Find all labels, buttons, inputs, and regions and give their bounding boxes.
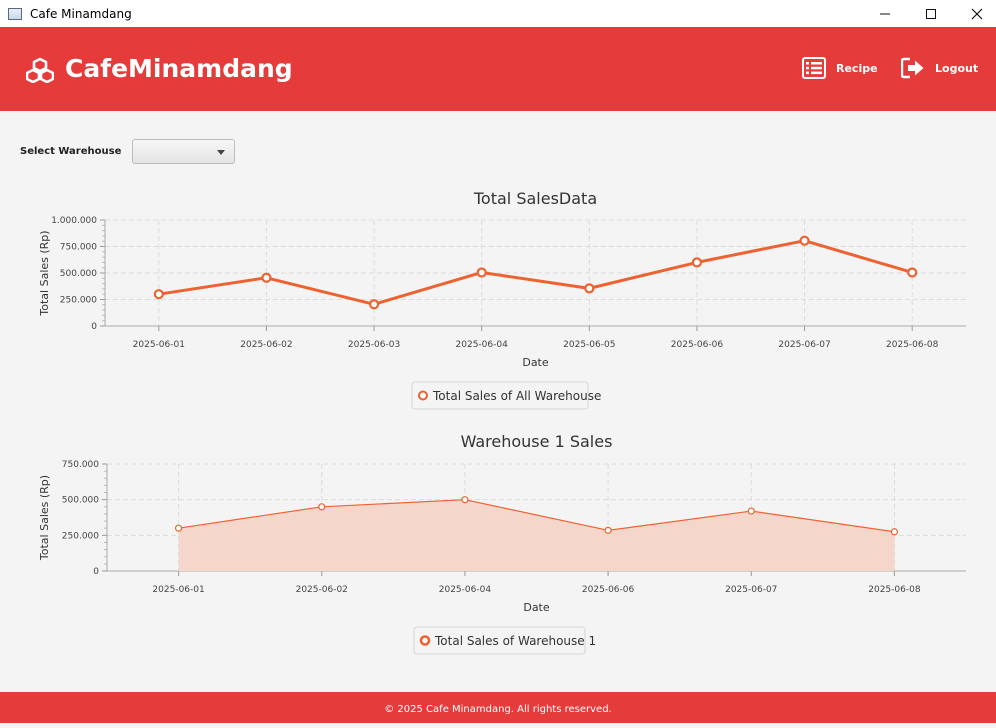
y-tick-label: 250.000 [62,531,99,541]
minimize-icon [880,13,890,14]
data-point [584,283,595,294]
legend-marker [419,635,431,646]
maximize-icon [926,8,936,19]
chart-title: Total SalesData [473,189,597,208]
brand-name: CafeMinamdang [65,54,293,83]
x-tick-label: 2025-06-01 [152,585,204,595]
x-tick-label: 2025-06-01 [133,340,185,350]
data-point [747,507,755,515]
y-axis-label: Total Sales (Rp) [38,230,51,316]
list-icon [802,57,826,79]
minimize-button[interactable] [862,0,908,27]
y-tick-label: 500.000 [60,269,97,279]
app-header: CafeMinamdang Recipe Logout [0,27,996,111]
total-sales-chart: Total SalesData 0 250.000 500.000 750.000 1.0… [38,189,966,410]
series-line [158,239,913,306]
x-tick-label: 2025-06-02 [296,585,348,595]
close-icon [971,8,983,19]
logout-icon [901,57,924,79]
warehouse-label: Select Warehouse [20,146,122,157]
data-point [261,272,272,283]
x-axis-label: Date [522,356,549,369]
data-point [799,235,810,246]
chart-legend: Total Sales of Warehouse 1 [413,626,596,655]
maximize-button[interactable] [908,0,954,27]
legend-marker [418,390,428,401]
data-point [907,267,918,278]
area-fill [178,499,895,571]
data-point [461,496,469,504]
warehouse-select[interactable] [132,139,235,164]
logout-button[interactable]: Logout [901,57,978,79]
x-tick-label: 2025-06-05 [563,340,615,350]
data-point [153,289,164,300]
x-tick-label: 2025-06-08 [868,585,921,595]
window-title: Cafe Minamdang [30,6,132,21]
cubes-icon [26,57,54,83]
y-tick-label: 750.000 [60,243,97,253]
data-point [368,299,380,310]
x-tick-label: 2025-06-06 [671,340,724,350]
x-tick-label: 2025-06-02 [240,340,292,350]
data-point [890,528,899,536]
recipe-button[interactable]: Recipe [802,57,878,79]
warehouse-sales-chart: Warehouse 1 Sales 0 250.000 500.000 750.000 2… [38,432,966,655]
legend-label: Total Sales of All Warehouse [432,389,601,403]
y-tick-label: 750.000 [62,460,99,470]
logout-label: Logout [935,61,979,75]
data-point [691,257,703,268]
app-icon [8,7,22,20]
x-tick-label: 2025-06-07 [725,585,777,595]
data-point [174,524,183,532]
data-point [604,526,612,534]
window-titlebar: Cafe Minamdang [0,0,996,27]
chart-legend: Total Sales of All Warehouse [411,381,601,410]
x-tick-label: 2025-06-04 [456,340,509,350]
x-axis-label: Date [523,601,550,614]
y-tick-label: 250.000 [60,296,97,306]
x-tick-label: 2025-06-06 [582,585,635,595]
y-tick-label: 0 [93,567,99,577]
x-tick-label: 2025-06-03 [348,340,400,350]
close-button[interactable] [954,0,996,27]
data-point [318,503,326,511]
y-tick-label: 1.000.000 [51,216,97,226]
footer-copyright: © 2025 Cafe Minamdang. All rights reserv… [0,692,996,723]
y-tick-label: 0 [91,322,97,332]
data-point [476,267,487,278]
y-tick-label: 500.000 [62,496,99,506]
chart-title: Warehouse 1 Sales [461,432,613,451]
recipe-label: Recipe [836,61,878,75]
chevron-down-icon [217,150,225,155]
y-axis-label: Total Sales (Rp) [38,475,51,561]
x-tick-label: 2025-06-08 [886,340,939,350]
x-tick-label: 2025-06-07 [778,340,830,350]
legend-label: Total Sales of Warehouse 1 [434,634,596,648]
x-tick-label: 2025-06-04 [439,585,492,595]
